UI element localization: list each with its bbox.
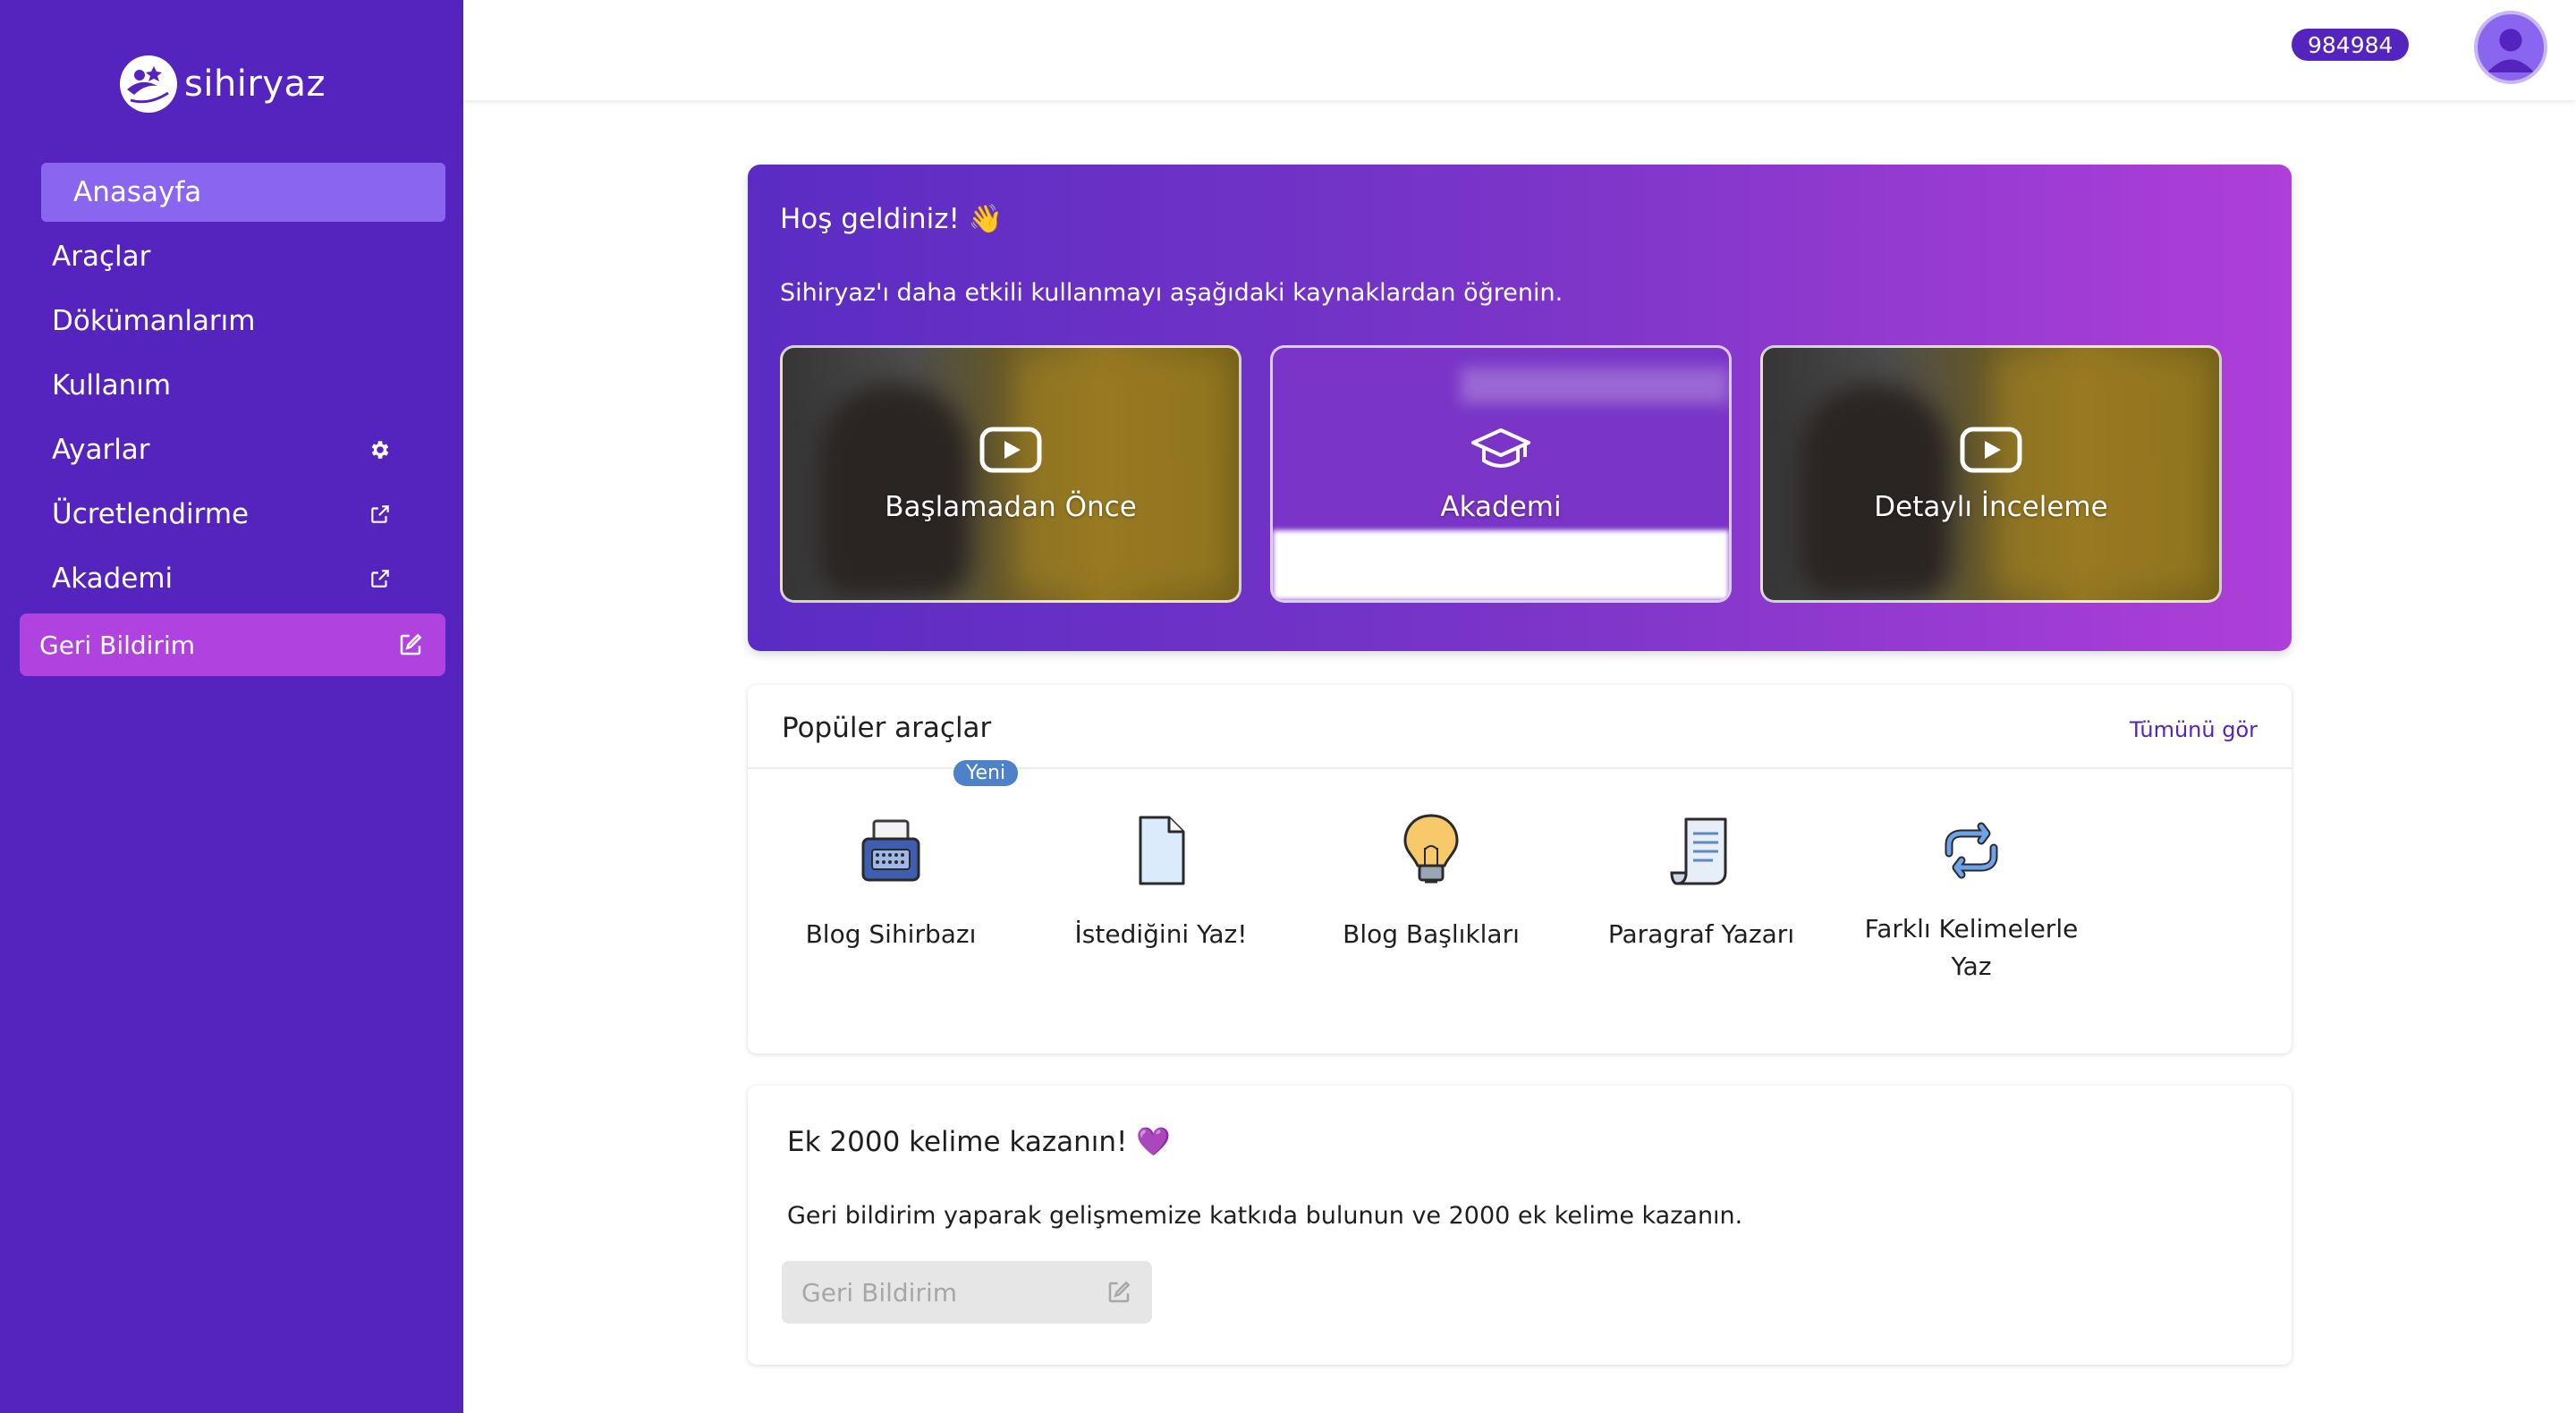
video-card-akademi[interactable]: Akademi: [1270, 345, 1732, 603]
video-thumbnail-shade: [1763, 348, 2219, 600]
external-link-icon: [371, 505, 389, 523]
tool-paragraf-yazari[interactable]: Paragraf Yazarı: [1576, 810, 1826, 953]
play-icon: [979, 427, 1042, 473]
sidebar-item-dokumanlarim[interactable]: Dökümanlarım: [52, 292, 428, 351]
welcome-title: Hoş geldiniz! 👋: [780, 203, 1004, 235]
sidebar-item-ucretlendirme[interactable]: Ücretlendirme: [52, 485, 428, 544]
video-thumbnail-strip: [1273, 530, 1729, 600]
bonus-feedback-label: Geri Bildirim: [801, 1277, 958, 1307]
tool-label: Farklı Kelimelerle Yaz: [1864, 914, 2079, 981]
sidebar-feedback-label: Geri Bildirim: [39, 630, 196, 660]
sidebar-item-anasayfa[interactable]: Anasayfa: [41, 163, 445, 222]
sihiryaz-logo-icon: [120, 55, 177, 113]
lightbulb-icon: [1403, 814, 1459, 884]
video-card-label: Detaylı İnceleme: [1874, 491, 2108, 523]
tool-farkli-kelimelerle-yaz[interactable]: Farklı Kelimelerle Yaz: [1846, 810, 2097, 986]
sidebar-item-label: Anasayfa: [73, 176, 202, 208]
welcome-subtitle: Sihiryaz'ı daha etkili kullanmayı aşağıd…: [780, 279, 1563, 307]
video-thumbnail-text: [1461, 368, 1729, 403]
see-all-link[interactable]: Tümünü gör: [2130, 717, 2258, 742]
sidebar-item-label: Araçlar: [52, 241, 151, 273]
popular-tools-card: Popüler araçlar Tümünü gör Yeni Blog Sih…: [748, 685, 2292, 1053]
video-thumbnail-shade: [783, 348, 1239, 600]
video-card-label: Akademi: [1440, 491, 1562, 523]
top-bar: [463, 0, 2576, 100]
typewriter-icon: [861, 819, 920, 882]
credit-badge: 984984: [2292, 29, 2410, 61]
sidebar-item-label: Ücretlendirme: [52, 498, 250, 530]
avatar[interactable]: [2474, 11, 2547, 84]
logo[interactable]: sihiryaz: [118, 54, 326, 114]
tool-blog-sihirbazi[interactable]: Yeni Blog Sihirbazı: [766, 760, 1019, 953]
document-icon: [1139, 816, 1185, 885]
popular-tools-header: Popüler araçlar Tümünü gör: [748, 685, 2292, 769]
bonus-title: Ek 2000 kelime kazanın! 💜: [787, 1126, 1171, 1158]
user-icon: [2487, 29, 2535, 72]
tool-blog-basliklari[interactable]: Blog Başlıkları: [1306, 810, 1556, 953]
video-card-label: Başlamadan Önce: [885, 491, 1137, 523]
welcome-card: Hoş geldiniz! 👋 Sihiryaz'ı daha etkili k…: [748, 165, 2292, 651]
tool-label: Paragraf Yazarı: [1607, 919, 1795, 949]
edit-icon: [400, 633, 422, 656]
sidebar-item-ayarlar[interactable]: Ayarlar: [52, 420, 428, 479]
play-icon: [1960, 427, 2022, 473]
gear-icon: [371, 441, 389, 459]
popular-tools-title: Popüler araçlar: [782, 712, 992, 744]
sidebar-item-araclar[interactable]: Araçlar: [52, 227, 428, 286]
bonus-description: Geri bildirim yaparak gelişmemize katkıd…: [787, 1202, 1743, 1230]
tool-label: Blog Başlıkları: [1343, 919, 1520, 949]
repeat-icon: [1938, 819, 2004, 882]
graduation-cap-icon: [1471, 428, 1530, 468]
sidebar-item-label: Kullanım: [52, 369, 172, 402]
video-card-detayli-inceleme[interactable]: Detaylı İnceleme: [1760, 345, 2222, 603]
sidebar-item-akademi[interactable]: Akademi: [52, 549, 428, 608]
external-link-icon: [371, 570, 389, 588]
sidebar-item-label: Akademi: [52, 563, 174, 595]
edit-icon: [1108, 1281, 1131, 1303]
new-badge: Yeni: [953, 760, 1019, 786]
video-card-baslamadan-once[interactable]: Başlamadan Önce: [780, 345, 1241, 603]
sidebar-item-label: Dökümanlarım: [52, 305, 256, 337]
tool-istedigini-yaz[interactable]: İstediğini Yaz!: [1036, 810, 1286, 953]
tool-label: İstediğini Yaz!: [1074, 919, 1248, 949]
scroll-icon: [1670, 817, 1727, 885]
bonus-words-card: Ek 2000 kelime kazanın! 💜 Geri bildirim …: [748, 1086, 2292, 1365]
tool-label: Blog Sihirbazı: [805, 919, 977, 949]
sidebar: sihiryaz Anasayfa Araçlar Dökümanlarım K…: [0, 0, 463, 1413]
sidebar-feedback-button[interactable]: Geri Bildirim: [20, 613, 445, 676]
sidebar-item-kullanim[interactable]: Kullanım: [52, 356, 428, 415]
bonus-feedback-button[interactable]: Geri Bildirim: [782, 1261, 1152, 1324]
sidebar-item-label: Ayarlar: [52, 434, 150, 466]
logo-text: sihiryaz: [184, 63, 326, 105]
